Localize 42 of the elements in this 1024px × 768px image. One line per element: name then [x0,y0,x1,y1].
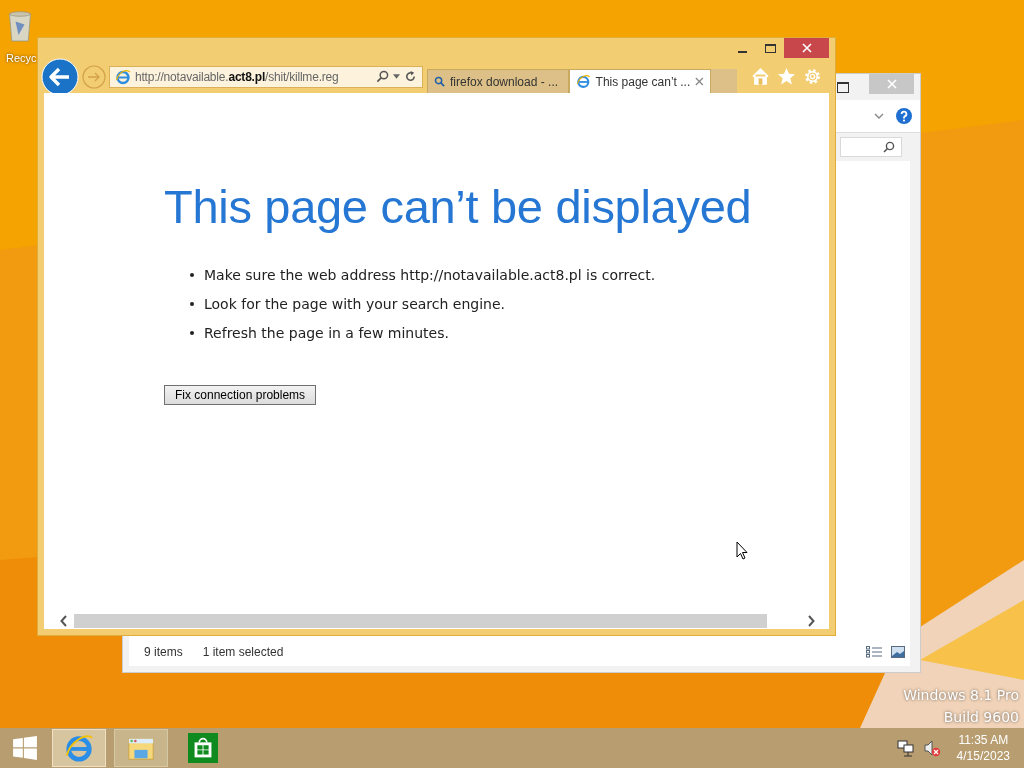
suggestion-text: Refresh the page in a few minutes. [204,324,449,341]
bullet-icon [190,272,194,277]
fix-connection-button[interactable]: Fix connection problems [164,385,317,405]
error-heading: This page can’t be displayed [164,179,753,234]
suggestion-text: Look for the page with your search engine. [204,295,506,312]
favorites-star-icon[interactable] [777,67,796,86]
thumbnail-view-icon[interactable] [890,646,906,658]
close-icon [801,43,812,53]
search-icon[interactable] [376,70,389,83]
taskbar-app-button[interactable] [52,729,106,767]
suggestion-text: Make sure the web address http://notavailable.act8.pl is correct. [204,266,656,283]
browser-tab[interactable]: firefox download - ... [427,69,569,93]
close-icon [886,79,897,89]
page-icon [115,68,131,85]
refresh-icon[interactable] [404,70,417,83]
browser-e-icon [64,733,94,763]
details-view-icon[interactable] [866,646,882,658]
status-text: 9 items [144,645,183,659]
help-icon[interactable] [896,108,912,124]
store-icon [188,733,218,763]
scroll-right-icon[interactable] [807,615,815,627]
page-icon [576,74,591,89]
volume-icon[interactable] [922,739,941,757]
mouse-cursor-icon [736,541,748,560]
browser-tab[interactable]: This page can’t ... [569,69,711,93]
start-button[interactable] [12,735,38,761]
chevron-icon[interactable] [874,113,884,119]
status-text: 1 item selected [202,645,284,659]
search-icon [434,76,445,87]
bullet-icon [190,301,194,306]
search-field[interactable] [840,137,902,157]
address-bar[interactable]: http://notavailable.act8.pl/shit/killme.reg [109,65,423,88]
bullet-icon [190,330,194,335]
scrollbar-thumb[interactable] [74,614,767,628]
close-tab-icon[interactable] [695,77,704,86]
scroll-left-icon[interactable] [60,615,68,627]
windows-version-text: Windows 8.1 Pro [903,686,1019,705]
search-icon [883,141,895,153]
back-button[interactable] [41,58,79,96]
dropdown-icon[interactable] [393,74,400,79]
windows-version-text: Build 9600 [943,708,1019,727]
network-icon[interactable] [896,739,915,757]
